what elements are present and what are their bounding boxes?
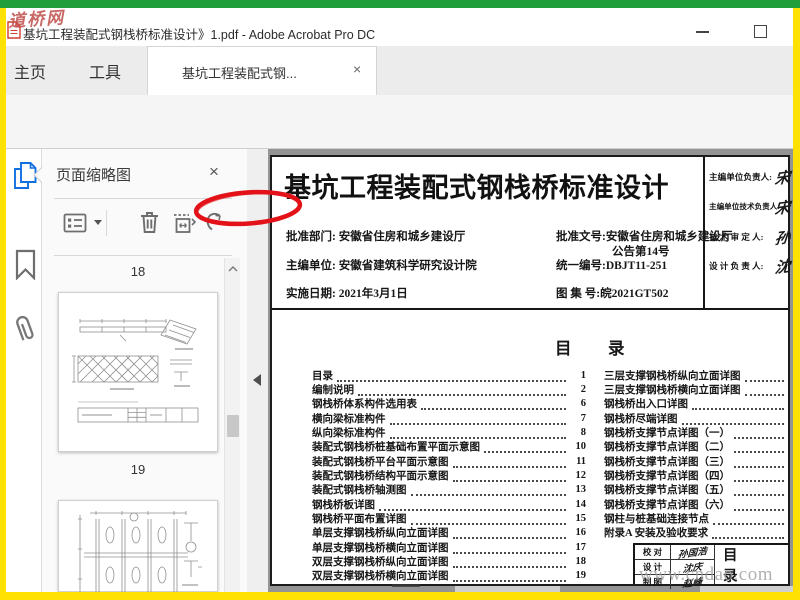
document-view: 基坑工程装配式钢栈桥标准设计 批准部门: 安徽省住房和城乡建设厅 主编单位: 安… <box>268 149 793 592</box>
toc-entry: 目录 1 <box>312 369 586 382</box>
toc-entry: 编制说明 2 <box>312 383 586 396</box>
acrobat-window: 基坑工程装配式钢栈桥标准设计》1.pdf - Adobe Acrobat Pro… <box>6 8 793 592</box>
tab-close-icon[interactable]: × <box>353 61 361 77</box>
approver-label: 设 计 负 责 人: <box>709 261 764 271</box>
meta-chief-editor: 主编单位: 安徽省建筑科学研究设计院 <box>286 260 477 272</box>
toc-entry: 三层支撑钢栈桥横向立面详图 <box>604 382 788 396</box>
document-main-title: 基坑工程装配式钢栈桥标准设计 <box>284 173 669 203</box>
toc-entry: 附录A 安装及验收要求 <box>604 526 788 540</box>
approver-label: 技 术 审 定 人: <box>709 232 764 242</box>
toc-entry: 装配式钢栈桥结构平面示意图 12 <box>312 469 586 482</box>
toc-entry: 钢栈桥支撑节点详图（五） <box>604 483 788 497</box>
meta-unified-no: 统一编号:DBJT11-251 <box>556 260 668 272</box>
tab-document[interactable]: 基坑工程装配式钢... × <box>147 46 377 95</box>
toc-entry: 钢栈桥板详图 14 <box>312 498 586 511</box>
main-toolbar: / 39 50% <box>6 95 793 227</box>
attachments-icon[interactable] <box>11 311 40 350</box>
delete-page-icon[interactable] <box>137 209 162 236</box>
thumbnail-label-18: 18 <box>130 264 146 279</box>
toc-entry: 钢栈桥体系构件选用表 6 <box>312 398 586 411</box>
minimize-icon <box>695 31 709 33</box>
approver-label: 主编单位技术负责人: <box>709 202 780 211</box>
toc-entry: 钢栈桥平面布置详图 15 <box>312 512 586 525</box>
screenshot-root: 基坑工程装配式钢栈桥标准设计》1.pdf - Adobe Acrobat Pro… <box>0 0 800 600</box>
meta-approval-dept: 批准部门: 安徽省住房和城乡建设厅 <box>286 231 466 243</box>
toc-entry: 钢柱与桩基础连接节点 <box>604 511 788 525</box>
thumbnail-page-19[interactable] <box>58 500 218 592</box>
panel-toolbar-divider <box>106 210 107 236</box>
toc-entry: 钢栈桥尽端详图 <box>604 411 788 425</box>
toc-left-column: 目录 1 编制说明 2 钢栈桥体系构件选用表 6 横向梁标准构件 7 纵向梁标准构件 8 … <box>312 368 586 583</box>
collapse-panel-icon[interactable] <box>253 374 261 386</box>
approver-signature: 宋 <box>774 200 791 218</box>
toc-entry: 装配式钢栈桥轴测图 13 <box>312 484 586 497</box>
options-caret-icon[interactable] <box>94 220 102 225</box>
panel-title: 页面缩略图 <box>56 167 132 184</box>
approver-column: 主编单位负责人: 宋 主编单位技术负责人: 宋 技 术 审 定 人: 孙 设 计… <box>703 157 791 310</box>
toc-entry: 单层支撑钢栈桥纵向立面详图 16 <box>312 527 586 540</box>
approver-signature: 孙 <box>774 230 791 248</box>
toc-entry: 钢栈桥支撑节点详图（一） <box>604 425 788 439</box>
meta-impl-date: 实施日期: 2021年3月1日 <box>286 288 408 300</box>
tab-home[interactable]: 主页 <box>6 59 54 83</box>
thumbnail-page-18[interactable] <box>58 292 218 452</box>
thumbnail-options-icon[interactable] <box>62 212 88 234</box>
horizontal-scrollbar-segment[interactable] <box>455 586 560 592</box>
titlebar: 基坑工程装配式钢栈桥标准设计》1.pdf - Adobe Acrobat Pro… <box>6 8 793 46</box>
meta-atlas-no: 图 集 号:皖2021GT502 <box>556 288 669 300</box>
panel-scrollbar[interactable] <box>224 258 240 592</box>
bookmarks-icon[interactable] <box>14 249 37 280</box>
page-title-section: 基坑工程装配式钢栈桥标准设计 批准部门: 安徽省住房和城乡建设厅 主编单位: 安… <box>272 157 791 310</box>
toc-entry: 钢栈桥支撑节点详图（六） <box>604 497 788 511</box>
toc-entry: 钢栈桥支撑节点详图（二） <box>604 440 788 454</box>
approver-label: 主编单位负责人: <box>709 172 773 182</box>
document-tab-label: 基坑工程装配式钢... <box>182 66 297 81</box>
pdf-page: 基坑工程装配式钢栈桥标准设计 批准部门: 安徽省住房和城乡建设厅 主编单位: 安… <box>270 155 791 590</box>
approver-signature: 宋 <box>774 170 791 188</box>
navigation-pane-strip <box>6 149 42 592</box>
toc-entry: 钢栈桥支撑节点详图（三） <box>604 454 788 468</box>
toc-entry: 装配式钢栈桥桩基础布置平面示意图 10 <box>312 441 586 454</box>
toc-entry: 纵向梁标准构件 8 <box>312 426 586 439</box>
toc-entry: 双层支撑钢栈桥纵向立面详图 18 <box>312 555 586 568</box>
top-accent-bar <box>0 0 800 8</box>
next-page-peek <box>392 584 420 587</box>
toc-entry: 装配式钢栈桥平台平面示意图 11 <box>312 455 586 468</box>
toc-entry: 钢栈桥出入口详图 <box>604 397 788 411</box>
watermark-daoqiaowang: 道桥网 <box>7 8 66 31</box>
approver-signature: 沈 <box>774 259 791 277</box>
red-circle-annotation <box>193 189 303 227</box>
toc-entry: 双层支撑钢栈桥横向立面详图 19 <box>312 570 586 583</box>
toc-heading: 目 录 <box>555 339 635 358</box>
maximize-icon <box>753 24 767 38</box>
thumbnail-18-drawing <box>72 319 199 423</box>
toc-entry: 横向梁标准构件 7 <box>312 412 586 425</box>
scroll-up-icon[interactable] <box>228 266 238 272</box>
tab-bar: 主页 工具 基坑工程装配式钢... × ? 登 <box>6 46 793 124</box>
thumbnail-19-drawing <box>78 511 202 592</box>
watermark-cndao: www.cndao.com <box>639 564 774 585</box>
panel-divider2 <box>54 255 232 256</box>
minimize-button[interactable] <box>689 22 715 42</box>
horizontal-scrollbar-segment[interactable] <box>700 586 793 592</box>
toc-entry: 单层支撑钢栈桥横向立面详图 17 <box>312 541 586 554</box>
toc-right-column: 三层支撑钢栈桥纵向立面详图 三层支撑钢栈桥横向立面详图 钢栈桥出入口详图 钢栈桥… <box>604 368 788 540</box>
toc-entry: 三层支撑钢栈桥纵向立面详图 <box>604 368 788 382</box>
thumbnail-label-19: 19 <box>130 462 146 477</box>
tab-tools[interactable]: 工具 <box>83 59 127 83</box>
panel-close-icon[interactable]: × <box>209 162 219 182</box>
toc-entry: 钢栈桥支撑节点详图（四） <box>604 468 788 482</box>
maximize-button[interactable] <box>747 21 773 41</box>
window-title: 基坑工程装配式钢栈桥标准设计》1.pdf - Adobe Acrobat Pro… <box>23 28 376 42</box>
scrollbar-thumb[interactable] <box>227 415 239 437</box>
